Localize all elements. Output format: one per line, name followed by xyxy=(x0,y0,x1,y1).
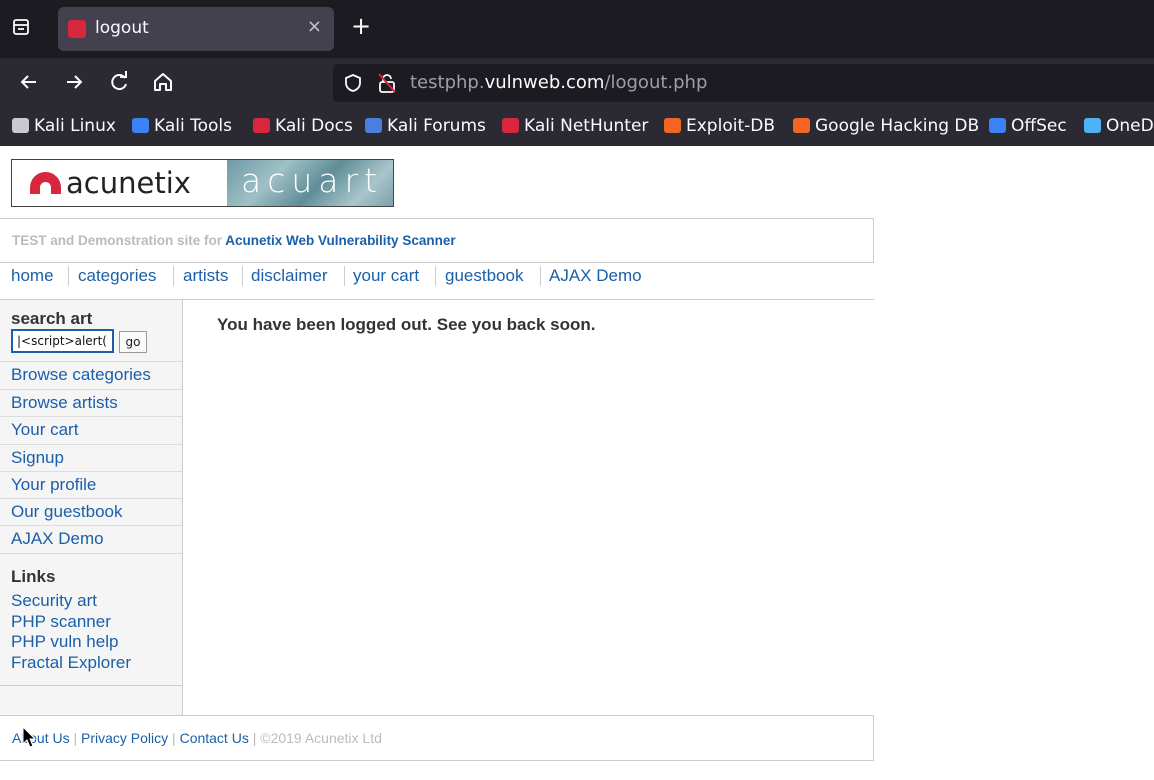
nav-divider xyxy=(68,266,69,286)
nav-divider xyxy=(344,266,345,286)
bookmark-kali-docs[interactable]: Kali Docs xyxy=(253,116,353,136)
bookmark-label: Kali Docs xyxy=(275,116,353,136)
tab-logout[interactable]: logout × xyxy=(58,7,334,51)
footer-copyright: ©2019 Acunetix Ltd xyxy=(260,730,382,746)
sidebar: search art |<script>alert( go Browse cat… xyxy=(0,300,183,716)
page-content: acunetix acuart TEST and Demonstration s… xyxy=(0,146,1154,780)
kali-docs-icon xyxy=(253,118,270,133)
logo-acunetix-text: acunetix xyxy=(66,166,191,200)
bookmark-kali-dragon[interactable]: Kali Linux xyxy=(12,116,116,136)
top-nav: home categories artists disclaimer your … xyxy=(0,264,874,300)
footer-separator: | xyxy=(252,730,257,746)
kali-tools-icon xyxy=(132,118,149,133)
close-tab-icon[interactable]: × xyxy=(307,16,322,37)
link-fractal-explorer[interactable]: Fractal Explorer xyxy=(11,653,131,673)
links-title: Links xyxy=(11,567,56,586)
site-logo[interactable]: acunetix acuart xyxy=(11,159,394,207)
back-icon[interactable] xyxy=(16,69,42,95)
bookmarks-toolbar: Kali Linux Kali Tools Kali Docs Kali Forums… xyxy=(0,108,1154,146)
bookmark-kali-forums[interactable]: Kali Forums xyxy=(365,116,486,136)
reload-icon[interactable] xyxy=(106,69,132,95)
tab-list-icon[interactable] xyxy=(12,18,30,36)
new-tab-button[interactable]: + xyxy=(351,14,371,38)
footer-about-us[interactable]: About Us xyxy=(12,730,70,746)
nav-artists[interactable]: artists xyxy=(183,266,228,286)
logo-acuart-text: acuart xyxy=(241,161,384,200)
footer-contact-us[interactable]: Contact Us xyxy=(180,730,249,746)
scanner-link[interactable]: Acunetix Web Vulnerability Scanner xyxy=(225,233,455,248)
tab-title: logout xyxy=(95,18,149,38)
kali-forums-icon xyxy=(365,118,382,133)
acunetix-logo-icon xyxy=(30,172,61,194)
nav-divider xyxy=(242,266,243,286)
search-input[interactable]: |<script>alert( xyxy=(11,329,114,353)
sidebar-divider xyxy=(0,685,182,686)
nav-ajax-demo[interactable]: AJAX Demo xyxy=(549,266,642,286)
nethunter-icon xyxy=(502,118,519,133)
link-php-scanner[interactable]: PHP scanner xyxy=(11,612,111,632)
nav-your-cart[interactable]: your cart xyxy=(353,266,419,286)
bookmark-label: Kali Linux xyxy=(34,116,116,136)
link-php-vuln-help[interactable]: PHP vuln help xyxy=(11,632,118,652)
bookmark-label: Google Hacking DB xyxy=(815,116,980,136)
exploit-db-icon xyxy=(664,118,681,133)
bookmark-exploit-db[interactable]: Exploit-DB xyxy=(664,116,775,136)
footer-privacy-policy[interactable]: Privacy Policy xyxy=(81,730,168,746)
home-icon[interactable] xyxy=(150,69,176,95)
sidebar-item-browse-artists[interactable]: Browse artists xyxy=(0,389,182,416)
bookmark-label: Kali Forums xyxy=(387,116,486,136)
bookmark-label: Kali Tools xyxy=(154,116,232,136)
bookmark-label: OffSec xyxy=(1011,116,1067,136)
nav-disclaimer[interactable]: disclaimer xyxy=(251,266,328,286)
sidebar-item-browse-categories[interactable]: Browse categories xyxy=(0,361,182,388)
footer: About Us | Privacy Policy | Contact Us |… xyxy=(0,715,874,761)
sidebar-item-signup[interactable]: Signup xyxy=(0,444,182,471)
footer-separator: | xyxy=(172,730,176,746)
bookmark-label: Exploit-DB xyxy=(686,116,775,136)
bookmark-kali-tools[interactable]: Kali Tools xyxy=(132,116,232,136)
sidebar-item-guestbook[interactable]: Our guestbook xyxy=(0,498,182,525)
sidebar-item-ajax-demo[interactable]: AJAX Demo xyxy=(0,525,182,554)
bookmark-label: Kali NetHunter xyxy=(524,116,649,136)
logout-message: You have been logged out. See you back s… xyxy=(217,315,596,334)
bookmark-onedrive[interactable]: OneD xyxy=(1084,116,1154,136)
tagline: TEST and Demonstration site for Acunetix… xyxy=(12,233,456,248)
forward-icon[interactable] xyxy=(61,69,87,95)
nav-divider xyxy=(540,266,541,286)
url-bar[interactable]: testphp.vulnweb.com/logout.php xyxy=(333,64,1154,102)
nav-divider xyxy=(173,266,174,286)
onedrive-icon xyxy=(1084,118,1101,133)
tab-bar: logout × + xyxy=(0,0,1154,58)
link-security-art[interactable]: Security art xyxy=(11,591,97,611)
ghdb-icon xyxy=(793,118,810,133)
bookmark-label: OneD xyxy=(1106,116,1154,136)
bookmark-offsec[interactable]: OffSec xyxy=(989,116,1067,136)
tagline-bar: TEST and Demonstration site for Acunetix… xyxy=(0,218,874,263)
insecure-lock-icon[interactable] xyxy=(377,72,397,94)
sidebar-item-your-profile[interactable]: Your profile xyxy=(0,471,182,498)
nav-toolbar: testphp.vulnweb.com/logout.php xyxy=(0,58,1154,108)
nav-home[interactable]: home xyxy=(11,266,54,286)
kali-dragon-icon xyxy=(12,118,29,133)
sidebar-item-your-cart[interactable]: Your cart xyxy=(0,416,182,443)
shield-icon[interactable] xyxy=(343,73,363,93)
nav-categories[interactable]: categories xyxy=(78,266,156,286)
search-title: search art xyxy=(11,309,93,328)
bookmark-ghdb[interactable]: Google Hacking DB xyxy=(793,116,979,136)
nav-divider xyxy=(435,266,436,286)
acunetix-favicon-icon xyxy=(68,20,86,38)
go-button[interactable]: go xyxy=(119,331,147,353)
mouse-cursor-icon xyxy=(22,726,36,748)
footer-separator: | xyxy=(73,730,78,746)
offsec-icon xyxy=(989,118,1006,133)
bookmark-nethunter[interactable]: Kali NetHunter xyxy=(502,116,648,136)
url-text[interactable]: testphp.vulnweb.com/logout.php xyxy=(410,72,707,93)
nav-guestbook[interactable]: guestbook xyxy=(445,266,523,286)
